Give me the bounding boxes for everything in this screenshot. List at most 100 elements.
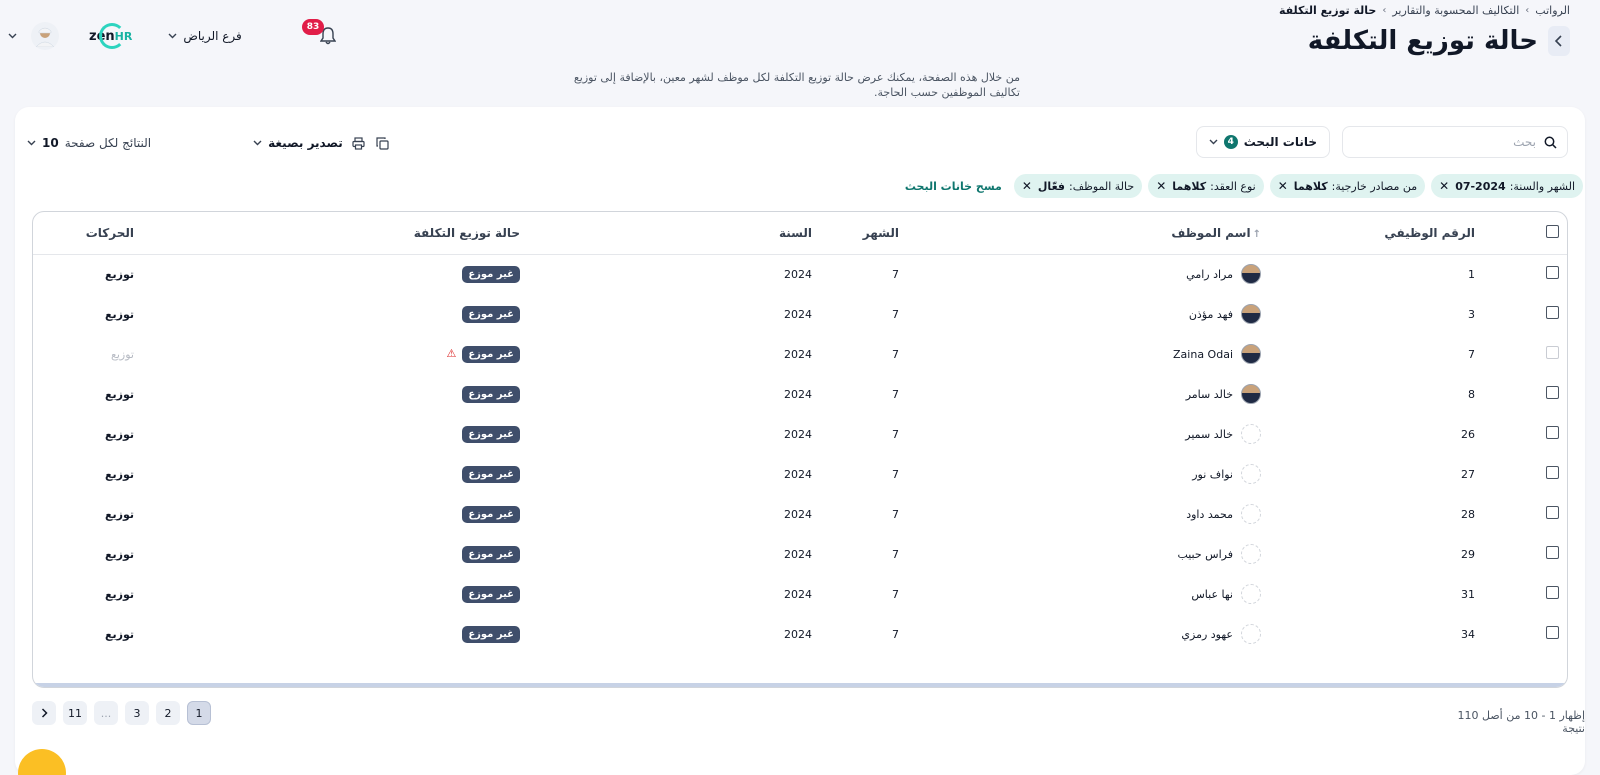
distribute-action[interactable]: توزيع [105,508,134,521]
distribute-action[interactable]: توزيع [105,428,134,441]
status-cell: غير موزع [382,414,662,454]
next-page-button[interactable] [32,701,56,725]
employee-name[interactable]: مراد رامي [1186,268,1233,281]
employee-name[interactable]: خالد سامر [1186,388,1233,401]
column-year: السنة [662,212,812,255]
employee-name[interactable]: نواف نور [1192,468,1233,481]
filters-label: خانات البحث [1243,135,1317,149]
year-cell: 2024 [784,307,812,321]
employees-table: الرقم الوظيفي ↑اسم الموظف الشهر السنة حا… [32,211,1568,688]
column-month: الشهر [812,212,987,255]
row-checkbox[interactable] [1546,546,1559,559]
row-checkbox[interactable] [1546,506,1559,519]
employee-name[interactable]: خالد سمير [1185,428,1233,441]
print-icon[interactable] [351,135,367,151]
search-input[interactable] [1356,135,1536,149]
select-all-checkbox[interactable] [1546,224,1559,238]
distribute-action[interactable]: توزيع [105,268,134,281]
table-row: 26 خالد سمير 7 2024 غير موزع توزيع [33,414,1567,454]
column-employee-name[interactable]: ↑اسم الموظف [987,212,1287,255]
table-row: 7 Zaina Odai 7 2024 غير موزع ⚠ توزيع [33,334,1567,374]
distribute-action[interactable]: توزيع [105,308,134,321]
filter-chip-external-sources: من مصادر خارجية: كلاهما ✕ [1269,174,1426,198]
copy-icon[interactable] [375,135,391,151]
back-button[interactable] [1548,26,1570,56]
page-button-3[interactable]: 3 [125,701,149,725]
row-select-cell [1527,454,1567,494]
table-row: 29 فراس حبيب 7 2024 غير موزع توزيع [33,534,1567,574]
column-status: حالة توزيع التكلفة [382,212,662,255]
status-badge: غير موزع [462,425,520,443]
close-icon[interactable]: ✕ [1156,179,1166,193]
export-dropdown[interactable]: تصدير بصيغة [253,136,343,150]
actions-cell: توزيع [33,254,382,294]
employee-name-cell: نها عباس [987,574,1287,614]
row-checkbox[interactable] [1546,466,1559,479]
select-all-cell [1527,212,1567,255]
distribute-action[interactable]: توزيع [105,548,134,561]
employee-id-cell: 7 [1468,347,1475,361]
page-button-2[interactable]: 2 [156,701,180,725]
distribute-action[interactable]: توزيع [105,588,134,601]
employee-name[interactable]: Zaina Odai [1173,348,1233,361]
actions-cell: توزيع [33,334,382,374]
status-badge: غير موزع [462,545,520,563]
row-checkbox[interactable] [1546,386,1559,399]
clear-filters-link[interactable]: مسح خانات البحث [905,180,1002,193]
distribute-action[interactable]: توزيع [105,628,134,641]
branch-name: فرع الرياض [183,29,242,43]
employee-name[interactable]: نها عباس [1191,588,1233,601]
breadcrumb-calculated-costs[interactable]: التكاليف المحسوبة والتقارير [1392,4,1519,17]
status-cell: غير موزع [382,494,662,534]
row-checkbox[interactable] [1546,306,1559,319]
year-cell: 2024 [784,427,812,441]
status-badge: غير موزع [462,385,520,403]
per-page-selector[interactable]: النتائج لكل صفحة 10 [27,136,151,150]
distribute-action[interactable]: توزيع [105,468,134,481]
sort-arrow-icon[interactable]: ↑ [1253,229,1261,240]
row-checkbox[interactable] [1546,266,1559,280]
row-checkbox[interactable] [1546,426,1559,439]
distribute-action[interactable]: توزيع [105,388,134,401]
page-button-11[interactable]: 11 [63,701,87,725]
search-box [1342,126,1568,158]
close-icon[interactable]: ✕ [1278,179,1288,193]
status-cell: غير موزع [382,454,662,494]
page-button-1[interactable]: 1 [187,701,211,725]
employee-name[interactable]: فهد مؤذن [1189,308,1233,321]
column-employee-id[interactable]: الرقم الوظيفي [1287,212,1527,255]
avatar [1241,264,1261,285]
year-cell: 2024 [784,387,812,401]
status-badge: غير موزع [462,625,520,643]
notifications-button[interactable]: 83 [301,19,340,48]
row-checkbox[interactable] [1546,626,1559,639]
user-menu-chevron-icon[interactable] [8,31,17,42]
employee-name[interactable]: عهود رمزي [1181,628,1233,641]
chevron-down-icon [1209,139,1218,145]
user-avatar[interactable] [31,22,59,50]
breadcrumb-payroll[interactable]: الرواتب [1535,4,1570,17]
employee-name-cell: مراد رامي [987,254,1287,294]
close-icon[interactable]: ✕ [1439,179,1449,193]
notification-count-badge: 83 [301,19,325,35]
table-row: 27 نواف نور 7 2024 غير موزع توزيع [33,454,1567,494]
month-cell: 7 [892,587,899,601]
avatar [1241,504,1261,524]
distribute-action: توزيع [111,347,134,361]
employee-name[interactable]: فراس حبيب [1177,548,1233,561]
year-cell: 2024 [784,507,812,521]
branch-selector[interactable]: فرع الرياض [168,29,242,43]
table-row: 31 نها عباس 7 2024 غير موزع توزيع [33,574,1567,614]
row-checkbox[interactable] [1546,586,1559,599]
table-row: 3 فهد مؤذن 7 2024 غير موزع توزيع [33,294,1567,334]
chip-value: كلاهما [1293,179,1328,193]
row-select-cell [1527,374,1567,414]
pagination: 11 ... 3 2 1 [32,701,211,725]
close-icon[interactable]: ✕ [1022,179,1032,193]
row-select-cell [1527,414,1567,454]
warning-icon[interactable]: ⚠ [446,347,456,360]
employee-name[interactable]: محمد داود [1186,508,1233,521]
chip-label: من مصادر خارجية: [1331,179,1418,193]
actions-cell: توزيع [33,454,382,494]
search-filters-button[interactable]: خانات البحث 4 [1195,126,1330,158]
